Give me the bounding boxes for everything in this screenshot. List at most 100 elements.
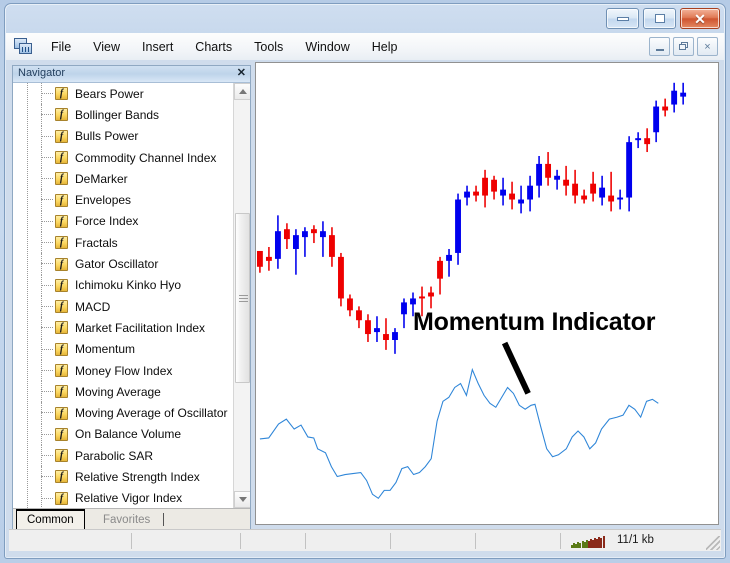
statusbar-divider	[560, 533, 561, 549]
client-area: Navigator ✕ f Bears Power f Bollinger Bands…	[6, 60, 724, 557]
price-chart	[256, 82, 687, 500]
tree-elbow	[41, 455, 53, 457]
navigator-header: Navigator ✕	[13, 66, 250, 83]
fx-icon: f	[55, 470, 68, 484]
traffic-label: 11/1 kb	[617, 534, 654, 546]
candle-body	[617, 197, 624, 200]
candle-body	[599, 187, 606, 198]
navigator-tabs: Common Favorites	[13, 508, 250, 530]
fx-icon: f	[55, 236, 68, 250]
minimize-icon	[616, 16, 629, 21]
candle-body	[292, 235, 299, 249]
signal-bar	[602, 536, 605, 548]
application-window: ✕ File View Insert Charts Tools Window H…	[0, 0, 730, 563]
tree-item-macd[interactable]: f MACD	[13, 295, 232, 318]
tree-item-commodity-channel-index[interactable]: f Commodity Channel Index	[13, 146, 232, 169]
tree-item-market-facilitation-index[interactable]: f Market Facilitation Index	[13, 317, 232, 339]
maximize-icon	[654, 14, 665, 23]
tree-item-relative-strength-index[interactable]: f Relative Strength Index	[13, 466, 232, 488]
statusbar-divider	[475, 533, 476, 549]
fx-icon: f	[55, 385, 68, 399]
mdi-restore-icon	[679, 42, 688, 51]
tree-item-on-balance-volume[interactable]: f On Balance Volume	[13, 423, 232, 446]
menu-charts[interactable]: Charts	[184, 36, 243, 58]
menu-help[interactable]: Help	[361, 36, 409, 58]
candle-body	[590, 183, 597, 194]
window-minimize-button[interactable]	[606, 8, 639, 29]
mdi-minimize-button[interactable]	[649, 37, 670, 56]
candle-body	[302, 231, 308, 238]
tree-item-label: Relative Vigor Index	[75, 491, 183, 506]
tree-item-envelopes[interactable]: f Envelopes	[13, 189, 232, 211]
tree-item-label: Moving Average of Oscillator	[75, 406, 228, 421]
tree-item-bulls-power[interactable]: f Bulls Power	[13, 125, 232, 147]
navigator-scrollbar[interactable]	[233, 83, 250, 508]
tree-elbow	[41, 114, 53, 116]
mdi-restore-button[interactable]	[673, 37, 694, 56]
fx-icon: f	[55, 342, 68, 356]
navigator-body: f Bears Power f Bollinger Bands f Bulls Power…	[13, 83, 250, 508]
window-maximize-button[interactable]	[643, 8, 676, 29]
mdi-window-controls: ×	[649, 37, 718, 56]
menubar: File View Insert Charts Tools Window Hel…	[6, 33, 724, 61]
candle-body	[274, 231, 281, 259]
tree-item-label: Money Flow Index	[75, 363, 173, 378]
tree-elbow	[41, 178, 53, 180]
tree-item-momentum[interactable]: f Momentum	[13, 338, 232, 360]
navigator-panel: Navigator ✕ f Bears Power f Bollinger Bands…	[12, 65, 251, 531]
mdi-close-icon: ×	[704, 40, 711, 53]
tree-item-label: Market Facilitation Index	[75, 320, 206, 335]
tree-item-money-flow-index[interactable]: f Money Flow Index	[13, 359, 232, 382]
menu-tools[interactable]: Tools	[243, 36, 294, 58]
tree-item-label: MACD	[75, 299, 111, 314]
candle-body	[356, 310, 362, 321]
window-close-button[interactable]: ✕	[680, 8, 720, 29]
tree-item-relative-vigor-index[interactable]: f Relative Vigor Index	[13, 487, 232, 508]
indicator-tree[interactable]: f Bears Power f Bollinger Bands f Bulls Power…	[13, 83, 232, 508]
tree-item-moving-average-of-oscillator[interactable]: f Moving Average of Oscillator	[13, 402, 232, 424]
tree-item-bears-power[interactable]: f Bears Power	[13, 83, 232, 105]
mdi-minimize-icon	[655, 48, 664, 51]
tree-item-parabolic-sar[interactable]: f Parabolic SAR	[13, 445, 232, 467]
tree-elbow	[41, 263, 53, 265]
menu-view[interactable]: View	[82, 36, 131, 58]
tree-elbow	[41, 369, 53, 371]
tab-common[interactable]: Common	[16, 509, 85, 530]
fx-icon: f	[55, 108, 68, 122]
menu-insert[interactable]: Insert	[131, 36, 184, 58]
candle-body	[392, 332, 398, 340]
tree-item-label: Force Index	[75, 214, 139, 229]
tree-item-bollinger-bands[interactable]: f Bollinger Bands	[13, 104, 232, 126]
mdi-close-button[interactable]: ×	[697, 37, 718, 56]
momentum-indicator-line	[259, 367, 659, 500]
tree-item-demarker[interactable]: f DeMarker	[13, 168, 232, 190]
navigator-close-icon[interactable]: ✕	[237, 67, 246, 80]
tree-item-label: DeMarker	[75, 171, 128, 186]
tab-favorites[interactable]: Favorites	[93, 509, 160, 530]
statusbar-divider	[240, 533, 241, 549]
tab-caret	[163, 513, 164, 526]
tree-item-ichimoku-kinko-hyo[interactable]: f Ichimoku Kinko Hyo	[13, 274, 232, 296]
signal-bars-icon	[571, 535, 605, 548]
tree-item-force-index[interactable]: f Force Index	[13, 210, 232, 233]
scrollbar-thumb[interactable]	[235, 213, 250, 383]
fx-icon: f	[55, 300, 68, 314]
tree-item-fractals[interactable]: f Fractals	[13, 232, 232, 254]
tree-item-gator-oscillator[interactable]: f Gator Oscillator	[13, 253, 232, 275]
fx-icon: f	[55, 214, 68, 228]
tree-item-moving-average[interactable]: f Moving Average	[13, 381, 232, 403]
scroll-down-button[interactable]	[234, 491, 250, 508]
tree-item-label: Moving Average	[75, 384, 161, 399]
candle-body	[635, 138, 642, 141]
fx-icon: f	[55, 87, 68, 101]
tree-item-label: Relative Strength Index	[75, 469, 200, 484]
chart-window[interactable]: Momentum Indicator	[255, 62, 719, 525]
menu-file[interactable]: File	[40, 36, 82, 58]
scroll-up-button[interactable]	[234, 83, 250, 100]
resize-grip-icon[interactable]	[706, 536, 720, 550]
tree-elbow	[41, 497, 53, 499]
tree-elbow	[41, 412, 53, 414]
menu-window[interactable]: Window	[294, 36, 360, 58]
candle-body	[482, 177, 488, 196]
statusbar-divider	[131, 533, 132, 549]
